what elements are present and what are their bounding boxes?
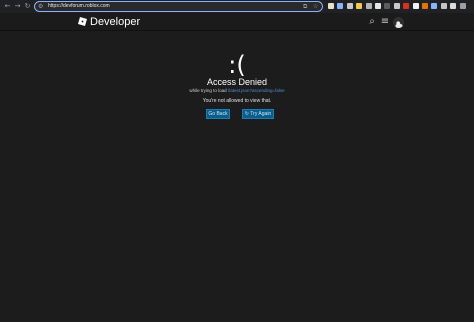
try-again-button[interactable]: ↻ Try Again [242, 109, 274, 119]
extension-icon[interactable] [365, 3, 372, 9]
subtitle-prefix: while trying to load [189, 88, 227, 93]
brand-name[interactable]: Developer [90, 16, 140, 28]
site-header: Developer ⌕ ≡ [0, 13, 474, 31]
bookmark-star-icon[interactable]: ☆ [313, 3, 318, 11]
install-app-icon[interactable]: ⧉ [303, 3, 307, 11]
extension-icon[interactable] [412, 3, 419, 9]
extension-icon[interactable] [337, 3, 344, 9]
avatar-image-icon [393, 19, 404, 28]
refresh-icon: ↻ [244, 111, 249, 117]
back-icon[interactable]: ← [3, 2, 12, 11]
search-icon[interactable]: ⌕ [366, 16, 378, 28]
sad-face: :( [228, 51, 246, 79]
subtitle-link[interactable]: /latest.json?ascending=false [228, 88, 285, 93]
reload-icon[interactable]: ↻ [23, 2, 32, 11]
error-message: You're not allowed to view that. [202, 98, 272, 104]
forward-icon[interactable]: → [13, 2, 22, 11]
error-subtitle: while trying to load /latest.json?ascend… [0, 88, 474, 94]
extension-icon[interactable] [328, 3, 334, 9]
browser-toolbar: ← → ↻ ⚙ https://devforum.roblox.com ⧉ ☆ [0, 0, 474, 13]
extension-icon[interactable] [375, 3, 381, 9]
address-bar[interactable]: ⚙ https://devforum.roblox.com ⧉ ☆ [34, 1, 323, 12]
site-info-icon[interactable]: ⚙ [38, 3, 43, 11]
go-back-label: Go Back [208, 111, 228, 117]
extension-icon[interactable] [356, 3, 363, 9]
try-again-label: Try Again [250, 111, 272, 117]
extension-icon[interactable] [440, 3, 447, 9]
error-title: Access Denied [206, 77, 268, 87]
extension-icon[interactable] [450, 3, 457, 9]
roblox-logo-icon[interactable] [78, 17, 87, 26]
extension-icon[interactable] [384, 3, 391, 9]
avatar[interactable] [393, 17, 404, 28]
menu-icon[interactable]: ≡ [379, 16, 391, 28]
main-content: :( Access Denied while trying to load /l… [0, 32, 474, 322]
extension-icon[interactable] [431, 3, 438, 9]
extension-icon[interactable] [459, 3, 466, 9]
url-text[interactable]: https://devforum.roblox.com [48, 2, 110, 11]
extension-icon[interactable] [346, 3, 353, 9]
extension-icon[interactable] [393, 3, 400, 9]
extension-icon[interactable] [403, 3, 410, 9]
extension-icon[interactable] [422, 3, 428, 9]
go-back-button[interactable]: Go Back [206, 109, 230, 119]
